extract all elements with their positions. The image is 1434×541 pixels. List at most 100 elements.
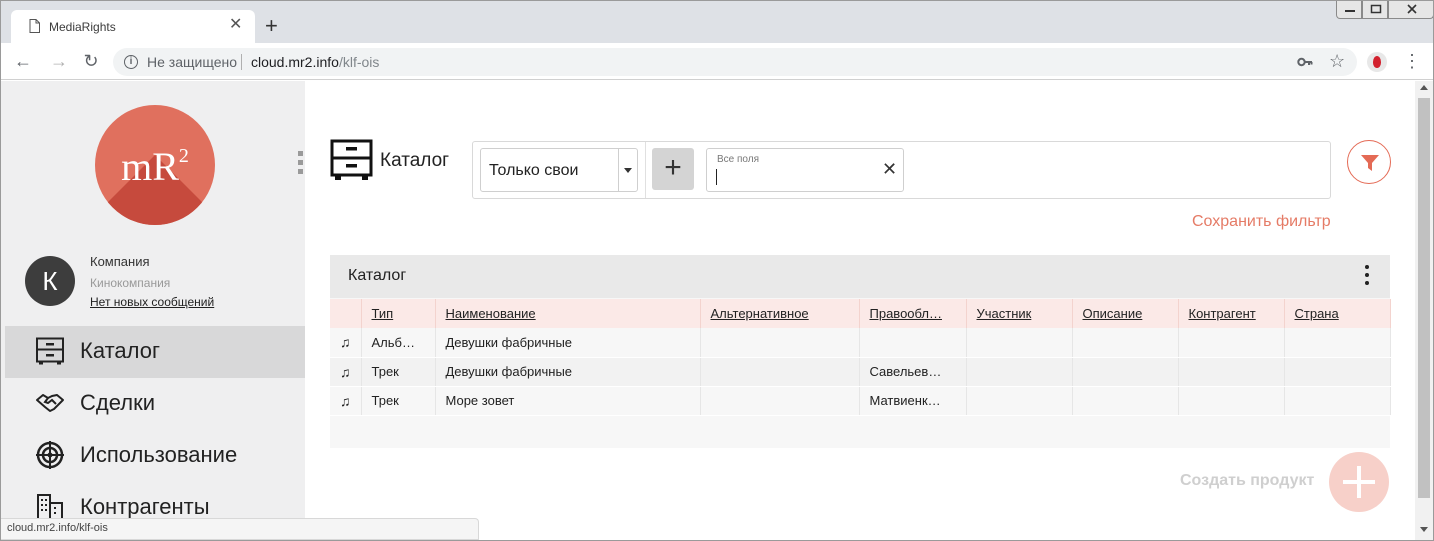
cell-description — [1072, 357, 1179, 387]
page-title: Каталог — [380, 150, 450, 171]
url-text[interactable]: cloud.mr2.info/klf-ois — [251, 54, 379, 70]
browser-menu-icon[interactable]: ⋮ — [1403, 51, 1421, 71]
column-header-owner[interactable]: Правообл… — [859, 299, 967, 328]
minimize-icon — [1345, 10, 1355, 12]
cell-contractor — [1178, 357, 1285, 387]
target-icon — [36, 441, 64, 469]
cell-contractor — [1178, 328, 1285, 358]
cell-participant — [966, 357, 1073, 387]
close-icon — [1407, 4, 1417, 14]
link-status-bubble: cloud.mr2.info/klf-ois — [1, 518, 479, 540]
column-header-participant[interactable]: Участник — [966, 299, 1073, 328]
reload-icon[interactable]: ↻ — [81, 51, 101, 71]
page-scrollbar[interactable] — [1415, 81, 1433, 540]
create-product-label[interactable]: Создать продукт — [1180, 472, 1314, 490]
column-header-contractor[interactable]: Контрагент — [1178, 299, 1285, 328]
document-icon — [29, 19, 40, 33]
cell-description — [1072, 328, 1179, 358]
scrollbar-thumb[interactable] — [1418, 98, 1430, 498]
cell-alternative — [700, 386, 860, 416]
cell-name: Девушки фабричные — [435, 328, 701, 358]
search-input[interactable]: Все поля ✕ — [706, 148, 904, 192]
more-vert-icon[interactable] — [1362, 265, 1372, 289]
cell-name: Море зовет — [435, 386, 701, 416]
column-header-name[interactable]: Наименование — [435, 299, 701, 328]
scroll-up-icon[interactable] — [1420, 85, 1428, 90]
forward-icon[interactable]: → — [49, 51, 69, 71]
sidebar-item-usage[interactable]: Использование — [5, 430, 305, 482]
address-separator — [241, 54, 242, 70]
cell-type: Альб… — [361, 328, 436, 358]
table-header-row: Тип Наименование Альтернативное Правообл… — [330, 299, 1391, 328]
tab-close-icon[interactable]: ✕ — [229, 17, 242, 33]
cell-participant — [966, 386, 1073, 416]
column-label: Участник — [976, 306, 1032, 321]
column-header-country[interactable]: Страна — [1284, 299, 1391, 328]
maximize-button[interactable] — [1362, 1, 1388, 19]
cell-contractor — [1178, 386, 1285, 416]
table-row[interactable]: ♫ Альб… Девушки фабричные — [330, 328, 1391, 358]
select-value: Только свои — [489, 162, 579, 179]
bookmark-star-icon[interactable]: ☆ — [1329, 51, 1345, 72]
company-type: Кинокомпания — [90, 276, 171, 290]
tab-title: MediaRights — [49, 20, 116, 34]
tab-strip: MediaRights ✕ + — [1, 1, 1433, 43]
cell-owner: Матвиенк… — [859, 386, 967, 416]
browser-tab[interactable]: MediaRights ✕ — [11, 10, 255, 43]
mr2-logo[interactable]: mR2 — [95, 105, 215, 225]
user-avatar[interactable]: К — [25, 256, 75, 306]
scroll-down-icon[interactable] — [1420, 527, 1428, 532]
profile-avatar-icon[interactable] — [1367, 52, 1387, 72]
back-icon[interactable]: ← — [13, 51, 33, 71]
sidebar-resize-handle[interactable] — [298, 151, 303, 177]
sidebar-item-label: Контрагенты — [80, 494, 210, 519]
card-header: Каталог — [330, 255, 1390, 298]
main-content: Каталог Только свои + Все поля ✕ Сохрани… — [305, 81, 1415, 540]
search-label: Все поля — [717, 154, 760, 165]
sidebar-item-label: Каталог — [80, 338, 160, 363]
close-window-button[interactable] — [1388, 1, 1433, 19]
funnel-icon — [1361, 155, 1379, 171]
table-row[interactable]: ♫ Трек Море зовет Матвиенк… — [330, 386, 1391, 416]
sidebar-item-deals[interactable]: Сделки — [5, 378, 305, 430]
minimize-button[interactable] — [1336, 1, 1362, 19]
messages-link[interactable]: Нет новых сообщений — [90, 295, 214, 309]
security-label[interactable]: Не защищено — [147, 54, 237, 70]
url-host: cloud.mr2.info — [251, 54, 339, 70]
sidebar-item-label: Сделки — [80, 390, 155, 415]
cell-alternative — [700, 328, 860, 358]
info-icon[interactable]: i — [124, 55, 138, 69]
cell-owner — [859, 328, 967, 358]
column-label: Страна — [1294, 306, 1339, 321]
new-tab-button[interactable]: + — [265, 15, 278, 37]
column-header-alternative[interactable]: Альтернативное — [700, 299, 860, 328]
music-note-icon: ♫ — [330, 357, 362, 387]
column-label: Наименование — [445, 306, 536, 321]
catalog-card: Каталог Тип Наименование Альтернативное … — [330, 255, 1391, 448]
create-product-button[interactable] — [1329, 452, 1389, 512]
cell-description — [1072, 386, 1179, 416]
ownership-select[interactable]: Только свои — [480, 148, 638, 192]
address-bar[interactable]: i Не защищено cloud.mr2.info/klf-ois ☆ — [113, 48, 1357, 76]
cell-country — [1284, 357, 1391, 387]
table-row[interactable]: ♫ Трек Девушки фабричные Савельев… — [330, 357, 1391, 387]
sidebar-item-label: Использование — [80, 442, 238, 467]
url-path: /klf-ois — [338, 54, 380, 70]
filter-button[interactable] — [1347, 140, 1391, 184]
filter-panel: Только свои + Все поля ✕ — [472, 141, 1331, 199]
music-note-icon: ♫ — [330, 386, 362, 416]
filter-divider — [645, 142, 646, 198]
company-name: Компания — [90, 254, 150, 269]
cell-participant — [966, 328, 1073, 358]
clear-icon[interactable]: ✕ — [882, 159, 897, 179]
column-header-description[interactable]: Описание — [1072, 299, 1179, 328]
sidebar-item-catalog[interactable]: Каталог — [5, 326, 305, 378]
text-caret — [716, 169, 717, 185]
save-filter-link[interactable]: Сохранить фильтр — [1192, 213, 1331, 231]
column-header-type[interactable]: Тип — [361, 299, 436, 328]
chevron-down-icon[interactable] — [618, 149, 638, 191]
key-icon[interactable] — [1297, 55, 1313, 69]
browser-toolbar: ← → ↻ i Не защищено cloud.mr2.info/klf-o… — [1, 43, 1433, 80]
cabinet-icon — [36, 337, 64, 365]
add-filter-button[interactable]: + — [652, 148, 694, 190]
